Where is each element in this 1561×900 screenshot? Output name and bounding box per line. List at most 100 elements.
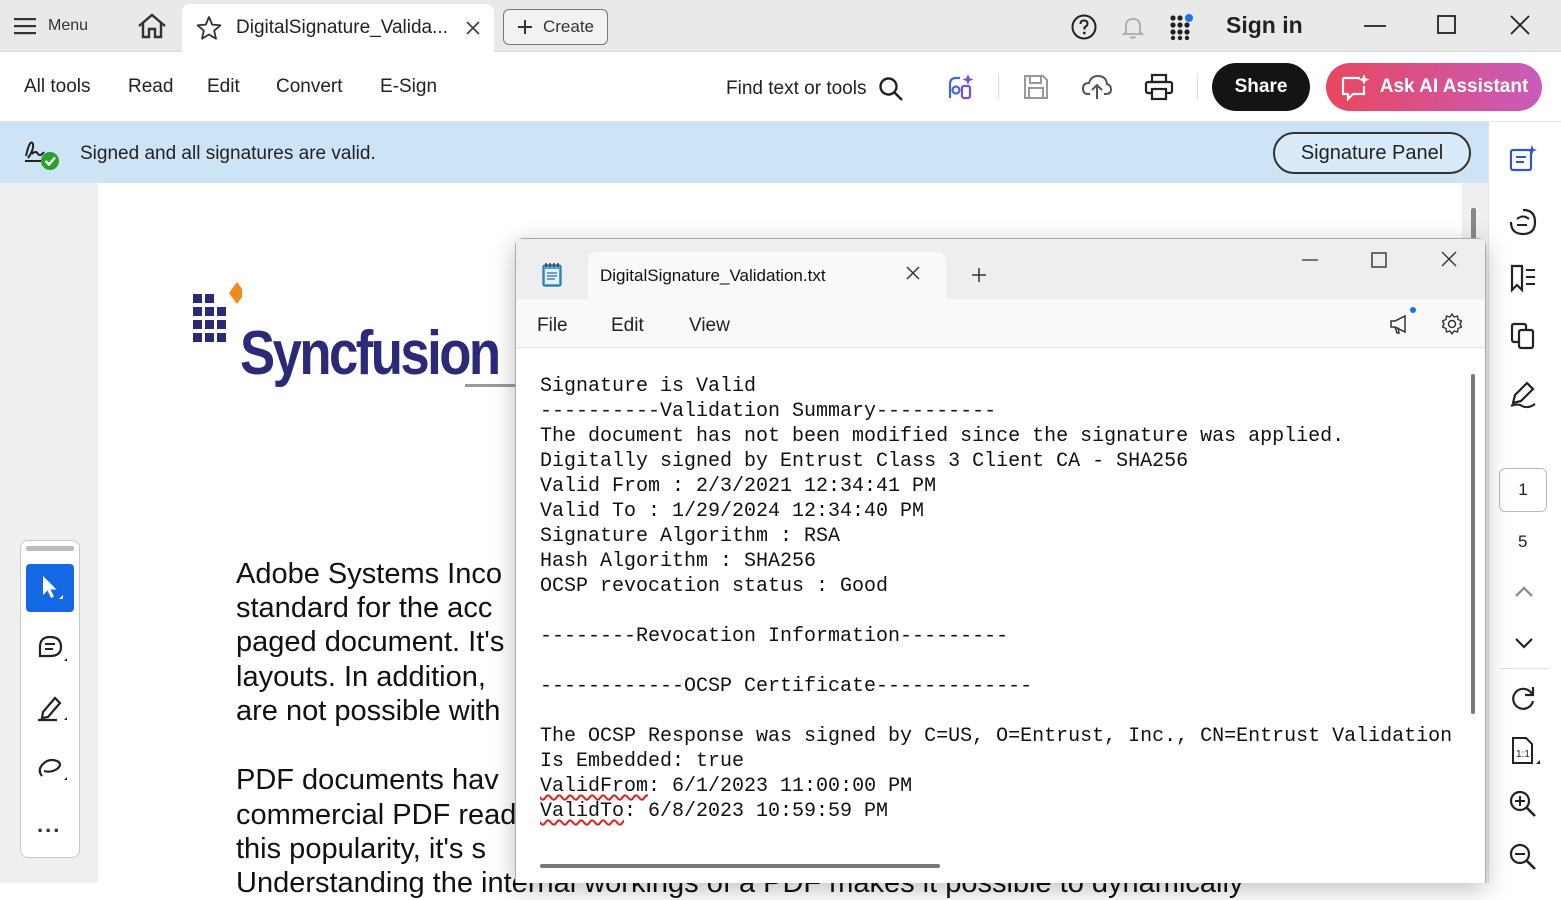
window-close-icon[interactable]	[1509, 14, 1531, 36]
rail-divider	[1500, 668, 1548, 669]
text-line	[540, 649, 1452, 674]
search-icon	[878, 76, 904, 102]
toolbar-divider	[1197, 74, 1198, 100]
more-tools-button[interactable]: ...	[37, 812, 61, 838]
notepad-app-icon	[541, 262, 563, 288]
window-minimize-icon[interactable]	[1363, 14, 1387, 38]
comments-icon[interactable]	[1508, 207, 1538, 237]
chevron-down-icon[interactable]	[1514, 636, 1534, 650]
ask-ai-assistant-button[interactable]: Ask AI Assistant	[1326, 63, 1542, 111]
text-line: Hash Algorithm : SHA256	[540, 550, 817, 573]
edit-menu[interactable]: Edit	[611, 315, 644, 337]
ai-tools-icon[interactable]	[944, 72, 976, 102]
text-line: Digitally signed by Entrust Class 3 Clie…	[540, 450, 1189, 473]
add-comment-icon[interactable]	[35, 633, 67, 665]
current-page-input[interactable]: 1	[1499, 468, 1547, 512]
text-line	[540, 599, 1452, 624]
cursor-arrow-icon	[37, 573, 63, 603]
close-tab-icon[interactable]	[905, 265, 921, 281]
text-line: ------------OCSP Certificate------------…	[540, 675, 1033, 698]
create-button[interactable]: Create	[503, 9, 608, 45]
notepad-maximize-icon[interactable]	[1370, 251, 1388, 269]
zoom-in-icon[interactable]	[1508, 789, 1538, 819]
ai-assistant-label: Ask AI Assistant	[1379, 76, 1529, 97]
settings-gear-icon[interactable]	[1440, 312, 1464, 336]
spellcheck-word: ValidFrom	[540, 775, 649, 798]
text-line: Signature Algorithm : RSA	[540, 525, 841, 548]
fill-and-sign-icon[interactable]	[1508, 379, 1538, 409]
signature-panel-button[interactable]: Signature Panel	[1273, 132, 1471, 174]
star-icon[interactable]	[196, 15, 222, 41]
document-text-line: are not possible with	[236, 695, 501, 727]
spellcheck-word: ValidTo	[540, 800, 625, 823]
notepad-vertical-scrollbar[interactable]	[1471, 374, 1475, 714]
freehand-draw-icon[interactable]	[35, 752, 67, 784]
share-button[interactable]: Share	[1212, 63, 1310, 111]
text-line: The OCSP Response was signed by C=US, O=…	[540, 725, 1453, 748]
text-line: --------Revocation Information---------	[540, 625, 1009, 648]
notification-bell-icon[interactable]	[1119, 13, 1147, 41]
ai-assistant-icon	[1340, 73, 1370, 101]
text-line: OCSP revocation status : Good	[540, 575, 889, 598]
e-sign-menu[interactable]: E-Sign	[380, 76, 437, 98]
new-notification-dot	[1410, 307, 1416, 313]
sign-in-link[interactable]: Sign in	[1226, 12, 1303, 39]
convert-menu[interactable]: Convert	[276, 76, 343, 98]
window-maximize-icon[interactable]	[1436, 14, 1458, 36]
notepad-close-icon[interactable]	[1440, 250, 1458, 268]
announcement-megaphone-icon[interactable]	[1388, 312, 1412, 336]
valid-to-value: : 6/8/2023 10:59:59 PM	[624, 800, 889, 823]
zoom-out-icon[interactable]	[1508, 842, 1538, 872]
bookmarks-icon[interactable]	[1508, 263, 1538, 293]
text-line: Is Embedded: true	[540, 750, 745, 773]
syncfusion-logo-text: Syncfusion	[240, 319, 501, 388]
read-menu[interactable]: Read	[128, 76, 173, 98]
edit-menu[interactable]: Edit	[207, 76, 240, 98]
all-tools-menu[interactable]: All tools	[24, 76, 91, 98]
signature-status-message: Signed and all signatures are valid.	[80, 143, 376, 164]
signature-valid-icon	[22, 134, 62, 172]
page-fit-icon[interactable]: 1:1	[1508, 735, 1540, 767]
new-tab-plus-icon[interactable]	[970, 266, 988, 284]
document-tab-title: DigitalSignature_Valida...	[236, 17, 448, 38]
notepad-menubar	[516, 299, 1485, 348]
document-tab[interactable]: DigitalSignature_Valida...	[182, 4, 494, 52]
syncfusion-logo-mark	[192, 282, 242, 374]
notepad-tab-title: DigitalSignature_Validation.txt	[600, 266, 826, 285]
text-line: Valid To : 1/29/2024 12:34:40 PM	[540, 500, 925, 523]
close-tab-icon[interactable]	[466, 21, 480, 35]
save-icon[interactable]	[1022, 73, 1050, 101]
text-line: Signature is Valid	[540, 375, 757, 398]
hamburger-icon	[14, 17, 36, 35]
rotate-view-icon[interactable]	[1508, 684, 1538, 714]
apps-grid-icon[interactable]	[1168, 13, 1196, 41]
text-line-valid-from: ValidFrom: 6/1/2023 11:00:00 PM	[540, 774, 1452, 799]
valid-from-value: : 6/1/2023 11:00:00 PM	[648, 775, 913, 798]
text-line: Valid From : 2/3/2021 12:34:41 PM	[540, 475, 937, 498]
file-menu[interactable]: File	[537, 315, 568, 337]
find-label: Find text or tools	[726, 78, 867, 99]
home-icon[interactable]	[136, 12, 168, 40]
find-text-or-tools[interactable]: Find text or tools	[726, 76, 904, 102]
chevron-up-icon[interactable]	[1514, 585, 1534, 599]
help-icon[interactable]	[1070, 13, 1098, 41]
document-text-line: Adobe Systems Inco	[236, 558, 502, 590]
document-text-line: standard for the acc	[236, 592, 493, 624]
document-text-line: this popularity, it's s	[236, 833, 486, 865]
ai-summary-icon[interactable]	[1508, 144, 1538, 174]
text-line: The document has not been modified since…	[540, 425, 1345, 448]
notepad-text-content[interactable]: Signature is Valid ----------Validation S…	[540, 374, 1452, 824]
menu-button[interactable]: Menu	[14, 12, 88, 40]
notepad-horizontal-scrollbar[interactable]	[540, 864, 940, 868]
palette-drag-handle[interactable]	[26, 546, 74, 551]
document-text-line: paged document. It's	[236, 626, 505, 658]
notepad-minimize-icon[interactable]	[1301, 258, 1319, 262]
print-icon[interactable]	[1144, 73, 1174, 101]
highlight-pen-icon[interactable]	[35, 692, 67, 724]
document-text-line: commercial PDF read	[236, 799, 517, 831]
view-menu[interactable]: View	[689, 315, 730, 337]
page-thumbnails-icon[interactable]	[1508, 321, 1538, 351]
cloud-upload-icon[interactable]	[1081, 72, 1113, 102]
menu-label: Menu	[48, 17, 89, 34]
select-tool-button[interactable]	[26, 564, 74, 612]
